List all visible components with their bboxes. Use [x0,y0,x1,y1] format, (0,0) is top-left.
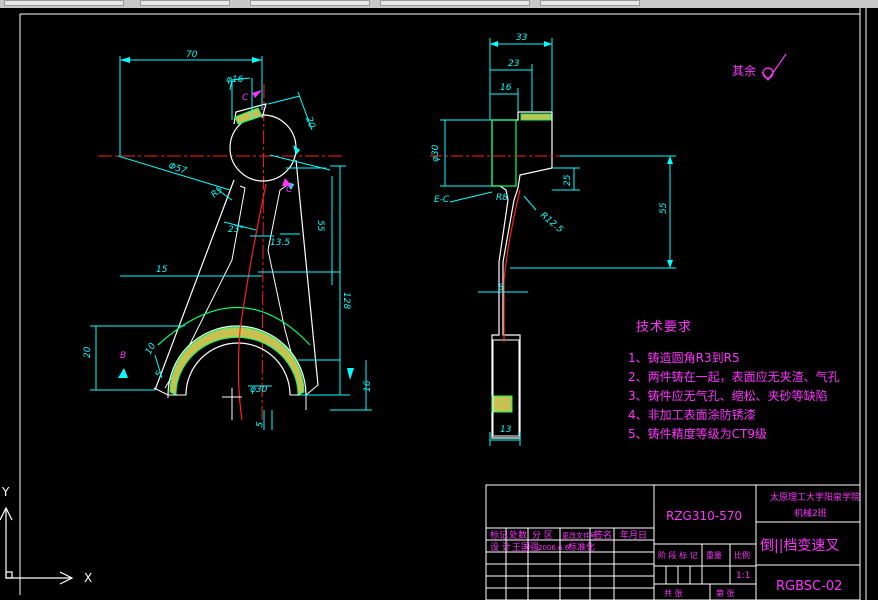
ucs-y-label: Y [1,485,10,499]
tb-r2-2: 2006.6.6 [538,544,570,552]
tb-dept: 机械2班 [794,507,827,519]
dim-25: 25 [563,174,573,186]
tech-item-5: 5、铸件精度等级为CT9级 [628,427,767,441]
tech-item-2: 2、两件铸在一起，表面应无夹渣、气孔 [628,370,840,384]
tb-r2-0: 设 计 [490,541,511,553]
dim-70: 70 [186,50,198,60]
dim-15: 15 [156,265,168,275]
tb-r4-0: 共 张 [664,589,683,598]
dim-33: 33 [516,33,528,43]
tb-scale: 1:1 [736,571,750,581]
roughness-note: 其余 [732,64,757,78]
tb-r1-0: 标记 [490,529,508,541]
tb-drawing-no: RGBSC-02 [776,579,842,594]
dim-r8: R8 [496,193,508,203]
dim-10: 10 [144,341,159,356]
dim-23b: 23 [508,59,520,69]
tech-item-4: 4、非加工表面涂防锈漆 [628,408,756,422]
tb-code: RZG310-570 [666,509,742,523]
drawing-svg: 70 φ16 C 20 Φ57 R5 C 55 23° 13.5 15 128 … [0,8,867,600]
ucs-icon [0,506,74,585]
roughness-symbol [761,53,787,82]
dim-20b: 20 [83,346,93,358]
tech-title: 技术要求 [636,320,693,335]
tb-r3-2: 比例 [734,550,750,560]
tb-r1-5: 年月日 [620,529,647,541]
dim-13: 13 [500,425,512,435]
dim-phi30b: φ30 [431,144,441,162]
fork-front-view: 70 φ16 C 20 Φ57 R5 C 55 23° 13.5 15 128 … [83,50,373,430]
section-mark-c2: C [286,185,293,195]
tb-part-name: 倒||档变速叉 [760,538,839,554]
technical-requirements: 技术要求 1、铸造圆角R3到R5 2、两件铸在一起，表面应无夹渣、气孔 3、铸件… [628,316,840,444]
dim-16c: 16 [500,83,512,93]
tb-r2-1: 王国强 [512,542,539,553]
dim-55a: 55 [315,220,325,232]
tech-item-1: 1、铸造圆角R3到R5 [628,351,740,365]
dim-16b: 16 [363,380,373,392]
cad-drawing-canvas[interactable]: 70 φ16 C 20 Φ57 R5 C 55 23° 13.5 15 128 … [0,0,878,600]
dim-20a: 20 [303,116,316,130]
dim-23deg: 23° [228,225,244,235]
tb-r3-1: 重量 [706,550,722,560]
dim-55b: 55 [659,202,669,214]
tb-r1-1: 处数 [509,529,527,541]
dim-phi30: φ30 [250,385,268,395]
tb-r1-2: 分 区 [532,530,553,541]
dim-128: 128 [341,292,351,309]
tb-r2-3: 标准化 [568,541,595,553]
dim-13-5: 13.5 [270,238,290,248]
tb-r1-3: 更改文件号 [562,531,597,540]
section-mark-c1: C [242,93,249,103]
section-ec: E-C [434,195,450,205]
tb-school: 太原理工大学阳泉学院 [770,491,860,503]
tb-r3-0: 阶 段 标 记 [658,550,698,560]
ucs-x-label: X [84,571,92,585]
dim-r12-5: R12.5 [538,211,565,236]
section-mark-b: B [120,351,126,361]
tb-r1-4: 签名 [594,529,612,541]
tb-r4-1: 第 张 [716,588,735,598]
dim-8: 8 [498,283,504,293]
dim-r5: R5 [210,185,226,201]
tech-item-3: 3、铸件应无气孔、缩松、夹砂等缺陷 [628,389,828,403]
dim-phi16: φ16 [226,75,244,85]
